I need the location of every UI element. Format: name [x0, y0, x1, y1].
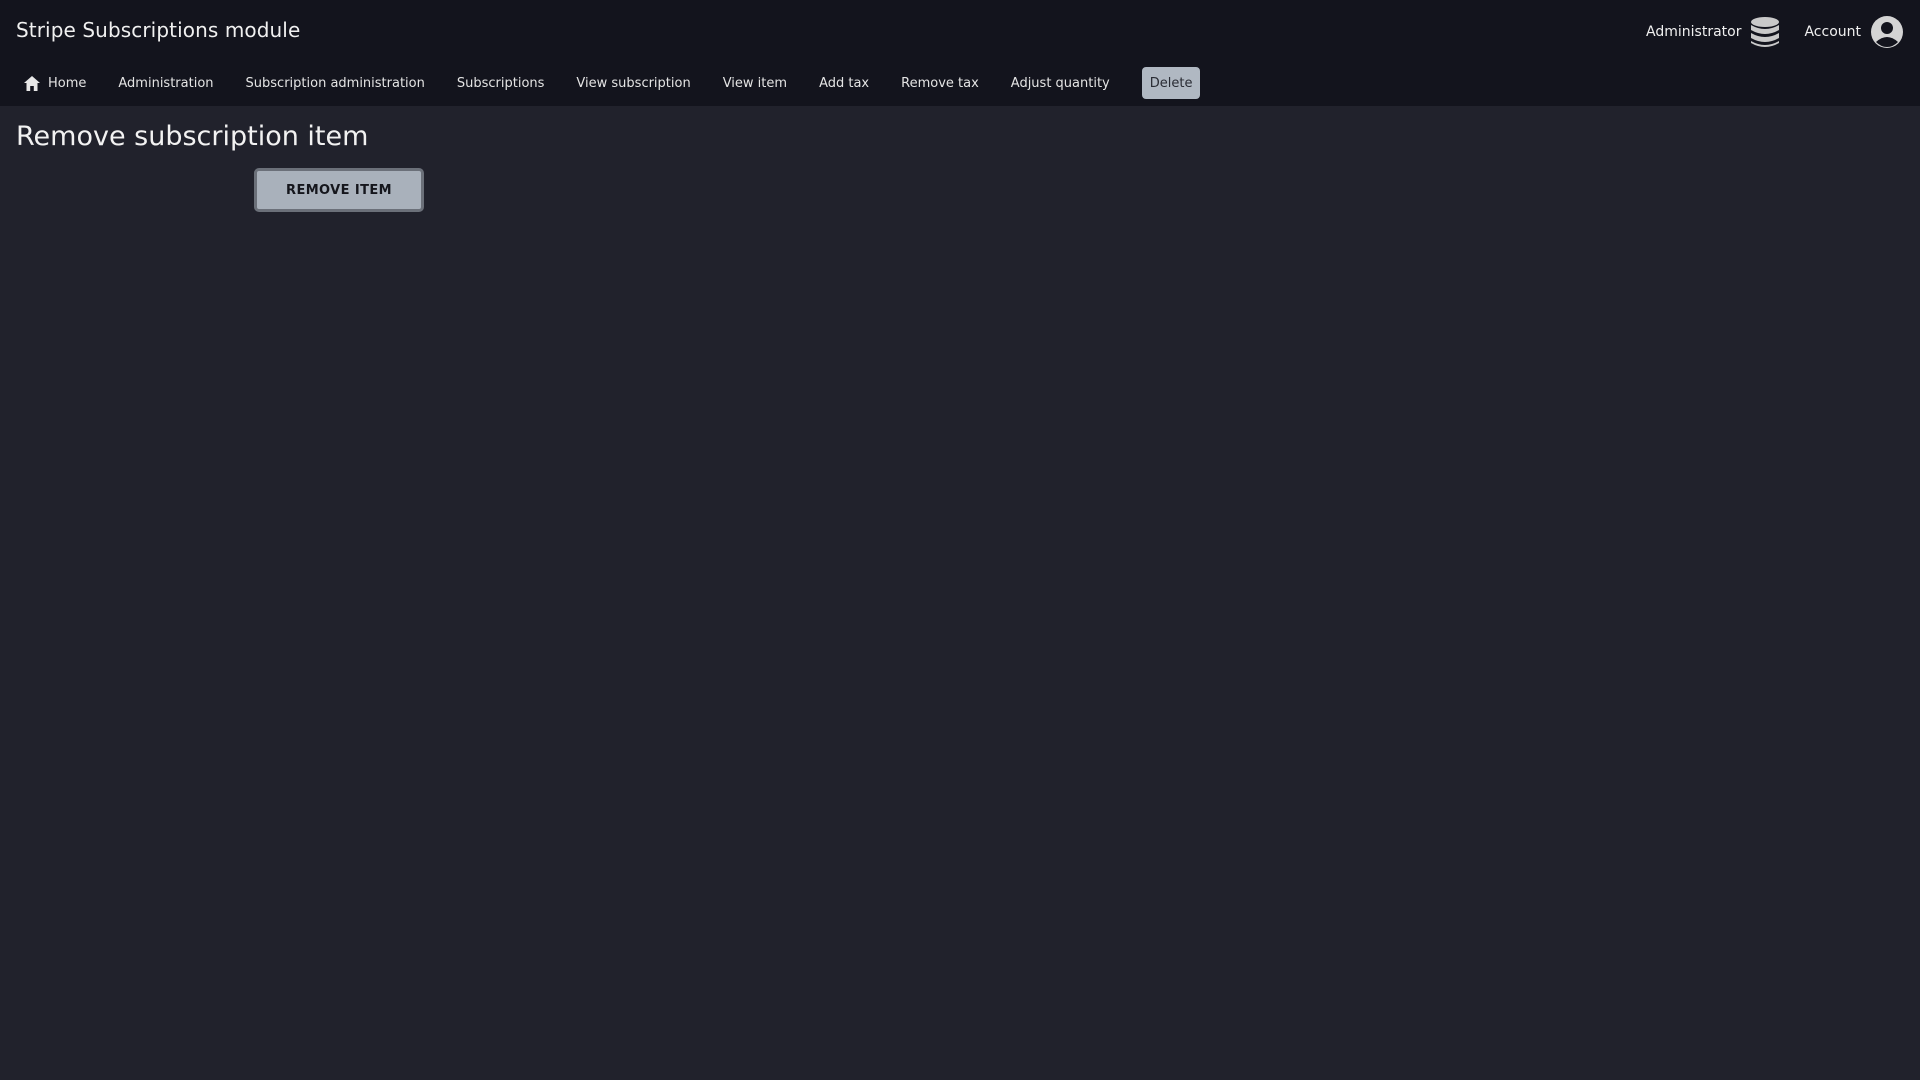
top-bar: Stripe Subscriptions module Administrato… [0, 0, 1920, 106]
nav-item-view-item[interactable]: View item [715, 67, 795, 99]
home-icon [24, 75, 40, 91]
nav-item-delete[interactable]: Delete [1141, 67, 1201, 99]
nav-item-add-tax[interactable]: Add tax [811, 67, 877, 99]
nav-item-subscription-administration[interactable]: Subscription administration [238, 67, 433, 99]
user-circle-icon [1870, 15, 1904, 49]
app-title: Stripe Subscriptions module [16, 18, 301, 42]
nav-label-home: Home [48, 75, 87, 91]
administrator-label: Administrator [1646, 24, 1742, 40]
account-link[interactable]: Account [1804, 15, 1904, 49]
page-title: Remove subscription item [16, 121, 369, 152]
breadcrumb-nav: Home Administration Subscription adminis… [16, 67, 1216, 99]
account-label: Account [1804, 24, 1861, 40]
nav-item-adjust-quantity[interactable]: Adjust quantity [1003, 67, 1118, 99]
remove-item-button[interactable]: REMOVE ITEM [254, 168, 424, 212]
nav-item-administration[interactable]: Administration [110, 67, 221, 99]
nav-item-view-subscription[interactable]: View subscription [568, 67, 698, 99]
administrator-link[interactable]: Administrator [1646, 16, 1780, 48]
nav-item-home[interactable]: Home [16, 67, 94, 99]
nav-item-subscriptions[interactable]: Subscriptions [449, 67, 553, 99]
database-icon [1750, 16, 1780, 48]
nav-item-remove-tax[interactable]: Remove tax [893, 67, 987, 99]
user-menu: Administrator Account [1646, 14, 1904, 50]
